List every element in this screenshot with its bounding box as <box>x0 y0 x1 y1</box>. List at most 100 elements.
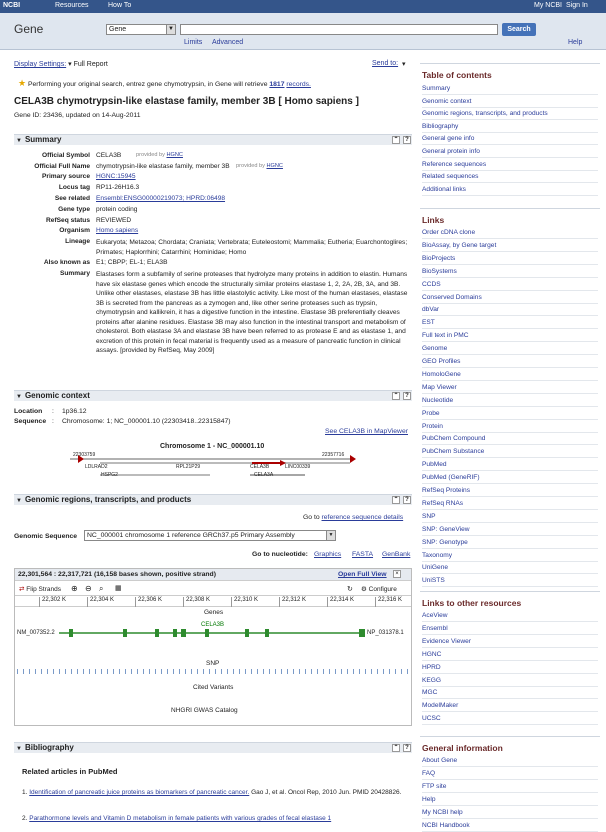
gene-linc00339[interactable]: LINC00339 <box>285 464 310 470</box>
other-links-item[interactable]: Ensembl <box>422 623 598 635</box>
summary-header[interactable]: ▼ Summary ⌃ ? <box>14 134 412 145</box>
left-transcript-label[interactable]: NM_007352.2 <box>17 630 55 636</box>
links-item[interactable]: RefSeq RNAs <box>422 498 598 510</box>
search-button[interactable]: Search <box>502 23 536 36</box>
move-up-icon[interactable]: ⌃ <box>392 392 400 400</box>
other-links-item[interactable]: MGC <box>422 687 598 700</box>
links-item[interactable]: Nucleotide <box>422 395 598 407</box>
refresh-icon[interactable]: ↻ <box>347 585 353 593</box>
open-full-view-link[interactable]: Open Full View <box>338 571 387 578</box>
zoom-fit-icon[interactable]: ⌕ <box>99 584 103 594</box>
genbank-link[interactable]: GenBank <box>382 551 410 558</box>
genomic-regions-header[interactable]: ▼ Genomic regions, transcripts, and produ… <box>14 494 412 505</box>
resources-menu[interactable]: Resources <box>55 2 88 9</box>
help-icon[interactable]: ? <box>403 392 411 400</box>
links-item[interactable]: PubMed (GeneRIF) <box>422 472 598 485</box>
toc-item[interactable]: Related sequences <box>422 171 598 184</box>
gene-model[interactable] <box>59 627 365 639</box>
links-item[interactable]: UniSTS <box>422 575 598 588</box>
other-links-item[interactable]: HGNC <box>422 649 598 661</box>
gene-cela3a[interactable]: CELA3A <box>254 472 273 478</box>
hgnc-link[interactable]: HGNC <box>266 163 282 169</box>
right-transcript-label[interactable]: NP_031378.1 <box>367 630 404 636</box>
help-icon[interactable]: ? <box>403 744 411 752</box>
gene-hspg2[interactable]: HSPG2 <box>101 472 118 478</box>
graphics-link[interactable]: Graphics <box>314 551 341 558</box>
move-up-icon[interactable]: ⌃ <box>392 496 400 504</box>
links-item[interactable]: BioAssay, by Gene target <box>422 240 598 252</box>
gene-ldlrad2[interactable]: LDLRAD2 <box>85 464 108 470</box>
advanced-link[interactable]: Advanced <box>212 39 243 46</box>
links-item[interactable]: SNP: Genotype <box>422 537 598 549</box>
genomic-context-header[interactable]: ▼ Genomic context ⌃ ? <box>14 390 412 401</box>
toc-item[interactable]: General gene info <box>422 133 598 146</box>
other-links-item[interactable]: Evidence Viewer <box>422 636 598 648</box>
links-item[interactable]: HomoloGene <box>422 369 598 381</box>
help-link[interactable]: Help <box>568 39 582 46</box>
flip-strands-button[interactable]: ⇄ Flip Strands <box>19 585 61 593</box>
reference-details-link[interactable]: reference sequence details <box>322 514 404 521</box>
toc-item[interactable]: Reference sequences <box>422 159 598 171</box>
links-item[interactable]: Map Viewer <box>422 382 598 394</box>
article-link[interactable]: Identification of pancreatic juice prote… <box>29 789 249 796</box>
summary-value[interactable]: HGNC:15945 <box>96 173 136 180</box>
links-item[interactable]: BioProjects <box>422 253 598 265</box>
toc-item[interactable]: Genomic regions, transcripts, and produc… <box>422 108 598 121</box>
search-input[interactable] <box>180 24 498 35</box>
links-item[interactable]: Probe <box>422 408 598 420</box>
my-ncbi-link[interactable]: My NCBI <box>534 2 562 9</box>
links-item[interactable]: GEO Profiles <box>422 356 598 368</box>
toc-item[interactable]: Additional links <box>422 184 598 196</box>
links-item[interactable]: SNP: GeneView <box>422 524 598 536</box>
links-item[interactable]: Order cDNA clone <box>422 227 598 239</box>
mapviewer-link[interactable]: See CELA3B in MapViewer <box>325 428 408 435</box>
general-info-item[interactable]: About Gene <box>422 755 598 767</box>
general-info-item[interactable]: My NCBI help <box>422 807 598 819</box>
zoom-out-icon[interactable]: ⊖ <box>85 584 92 593</box>
article-link[interactable]: Parathormone levels and Vitamin D metabo… <box>29 815 331 822</box>
summary-value[interactable]: Homo sapiens <box>96 227 138 234</box>
links-item[interactable]: UniGene <box>422 562 598 575</box>
bibliography-header[interactable]: ▼ Bibliography ⌃ ? <box>14 742 412 753</box>
help-icon[interactable]: ? <box>403 496 411 504</box>
other-links-item[interactable]: ModelMaker <box>422 700 598 713</box>
links-item[interactable]: PubChem Substance <box>422 446 598 459</box>
links-item[interactable]: dbVar <box>422 304 598 317</box>
links-item[interactable]: CCDS <box>422 279 598 291</box>
links-item[interactable]: Full text in PMC <box>422 330 598 343</box>
toc-item[interactable]: General protein info <box>422 146 598 158</box>
move-up-icon[interactable]: ⌃ <box>392 136 400 144</box>
toc-item[interactable]: Genomic context <box>422 96 598 108</box>
other-links-item[interactable]: KEGG <box>422 675 598 687</box>
links-item[interactable]: SNP <box>422 511 598 523</box>
send-to-link[interactable]: Send to: <box>372 60 398 67</box>
configure-button[interactable]: ⚙ Configure <box>361 585 397 593</box>
toc-item[interactable]: Bibliography <box>422 121 598 133</box>
summary-value[interactable]: Ensembl:ENSG00000219073; HPRD:06498 <box>96 195 225 202</box>
links-item[interactable]: RefSeq Proteins <box>422 485 598 497</box>
links-item[interactable]: Taxonomy <box>422 550 598 562</box>
links-item[interactable]: Conserved Domains <box>422 292 598 304</box>
toc-item[interactable]: Summary <box>422 83 598 95</box>
hgnc-link[interactable]: HGNC <box>166 152 182 158</box>
zoom-in-icon[interactable]: ⊕ <box>71 584 78 593</box>
general-info-item[interactable]: FTP site <box>422 781 598 793</box>
links-item[interactable]: Protein <box>422 421 598 433</box>
gene-rpl21p29[interactable]: RPL21P29 <box>176 464 200 470</box>
chart-icon[interactable]: ▦ <box>115 584 122 592</box>
general-info-item[interactable]: Help <box>422 794 598 806</box>
fasta-link[interactable]: FASTA <box>352 551 373 558</box>
database-select[interactable]: Gene ▼ <box>106 24 176 35</box>
gene-cela3b[interactable]: CELA3B <box>250 464 269 470</box>
move-up-icon[interactable]: ⌃ <box>392 744 400 752</box>
chevron-down-icon[interactable]: ▾ <box>402 60 406 68</box>
general-info-item[interactable]: NCBI Handbook <box>422 820 598 832</box>
ncbi-logo[interactable]: NCBI <box>3 2 20 9</box>
help-icon[interactable]: ? <box>403 136 411 144</box>
links-item[interactable]: Genome <box>422 343 598 356</box>
links-item[interactable]: BioSystems <box>422 266 598 278</box>
links-item[interactable]: PubMed <box>422 459 598 472</box>
links-item[interactable]: EST <box>422 317 598 330</box>
close-icon[interactable]: × <box>393 570 401 578</box>
display-settings-link[interactable]: Display Settings: <box>14 61 66 68</box>
